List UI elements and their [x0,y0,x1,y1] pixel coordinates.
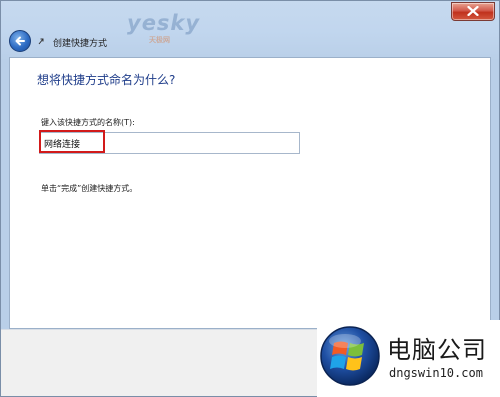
shortcut-name-label: 键入该快捷方式的名称(T): [41,118,135,127]
logo-url: dngswin10.com [389,366,483,380]
finish-hint-text: 单击“完成”创建快捷方式。 [41,184,138,193]
back-arrow-icon [15,36,25,46]
wizard-title: 创建快捷方式 [53,39,108,49]
shortcut-name-input[interactable] [39,132,300,154]
windows-logo-icon [320,326,380,386]
close-icon [467,6,479,16]
wizard-nav-bar: 创建快捷方式 [1,25,499,57]
logo-title: 电脑公司 [387,336,487,364]
close-button[interactable] [451,2,495,21]
shortcut-icon [37,36,45,46]
wizard-content-panel: 想将快捷方式命名为什么? 键入该快捷方式的名称(T): 单击“完成”创建快捷方式… [9,57,491,329]
page-heading: 想将快捷方式命名为什么? [37,73,176,87]
back-button[interactable] [9,30,31,52]
title-bar [1,1,499,25]
site-logo: 电脑公司 dngswin10.com [317,320,500,397]
